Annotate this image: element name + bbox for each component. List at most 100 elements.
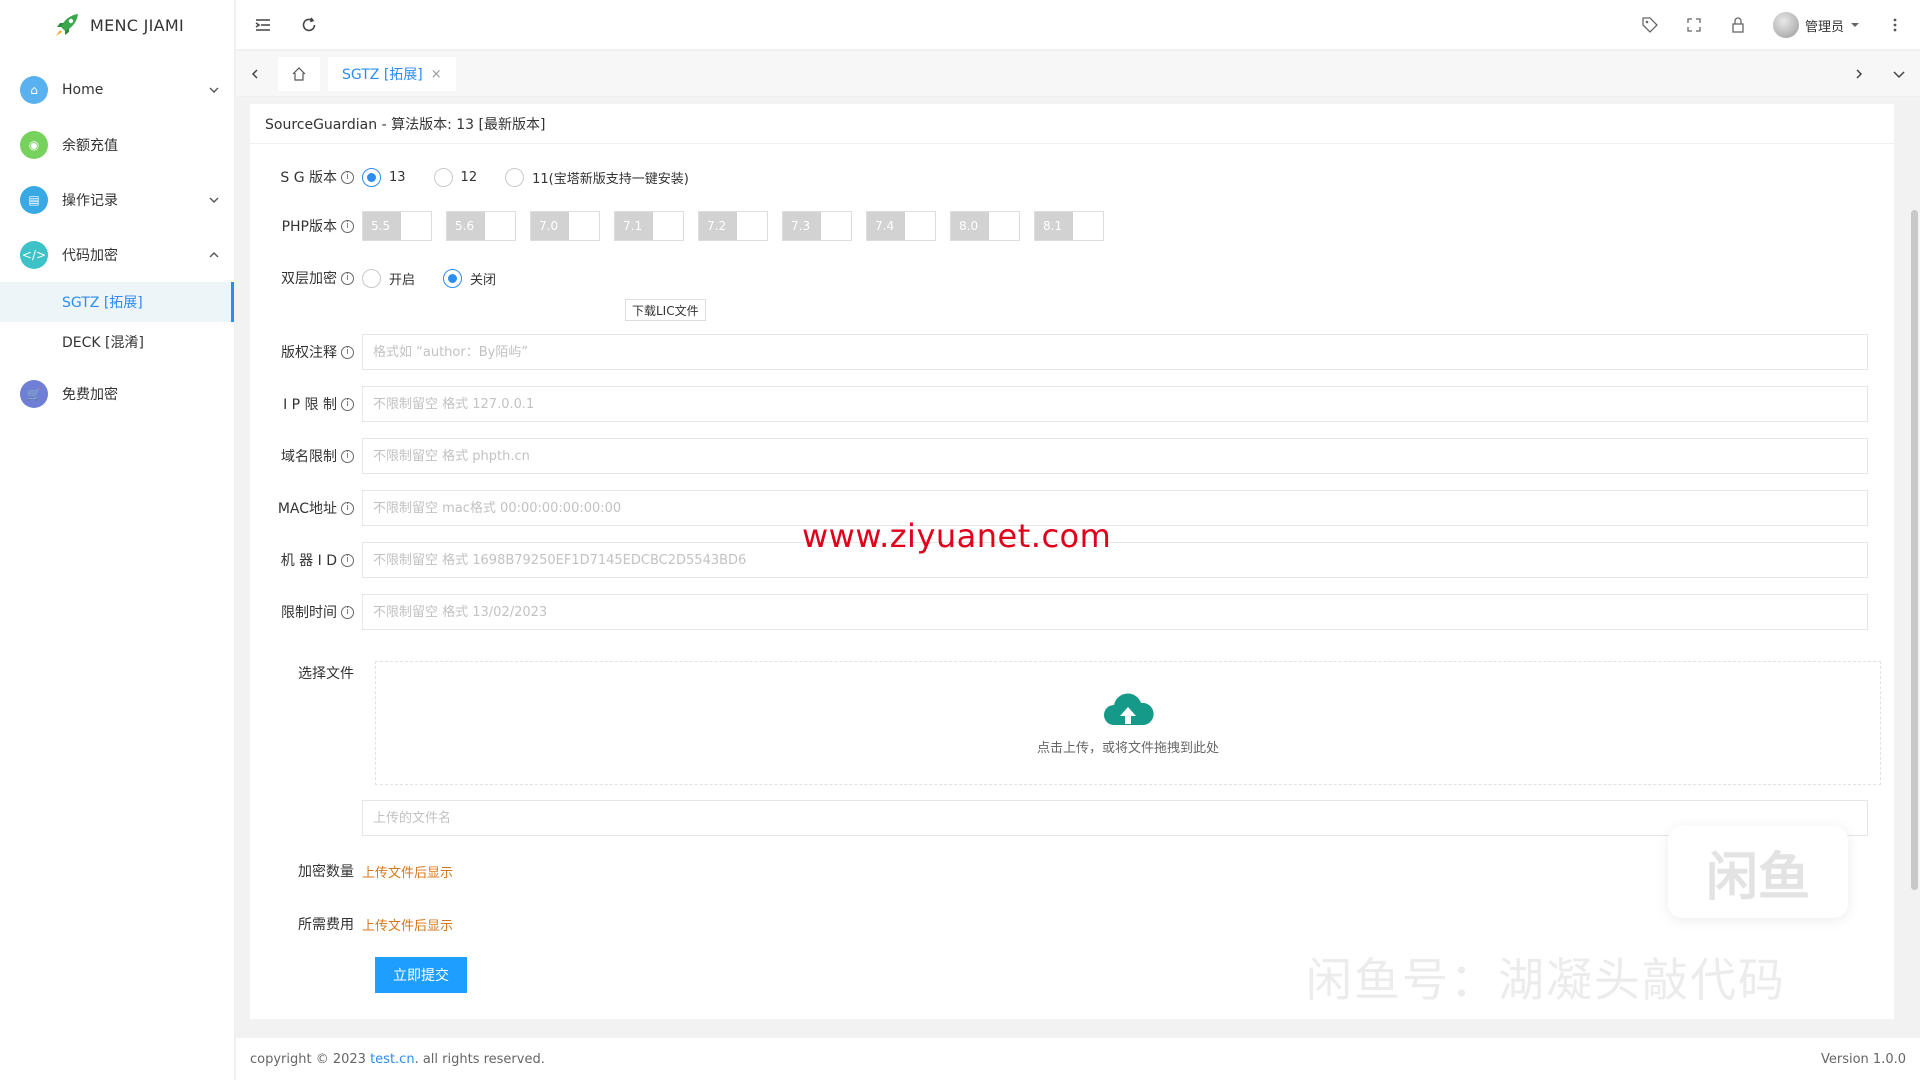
- radio-sg-13[interactable]: 13: [362, 167, 406, 187]
- info-icon[interactable]: i: [341, 170, 354, 184]
- home-icon: [292, 67, 306, 81]
- filename-input[interactable]: [362, 800, 1868, 836]
- count-label: 加密数量: [298, 864, 354, 880]
- info-icon[interactable]: i: [341, 553, 354, 567]
- xianyu-text: 闲鱼号：湖凝头敲代码: [1306, 953, 1786, 1007]
- php-checkbox-7-4[interactable]: 7.4: [866, 211, 936, 241]
- php-checkbox-8-1[interactable]: 8.1: [1034, 211, 1104, 241]
- user-menu[interactable]: 管理员: [1772, 12, 1860, 38]
- app-logo[interactable]: MENC JIAMI: [0, 0, 234, 50]
- code-encrypt-submenu: SGTZ [拓展] DECK [混淆]: [0, 282, 234, 362]
- close-icon[interactable]: ×: [431, 67, 442, 82]
- recharge-icon: ◉: [20, 130, 48, 159]
- php-checkbox-7-0[interactable]: 7.0: [530, 211, 600, 241]
- copyright-label: 版权注释 i: [250, 342, 362, 362]
- tab-label: SGTZ [拓展]: [342, 67, 423, 83]
- time-limit-input[interactable]: [362, 594, 1868, 630]
- app-title: MENC JIAMI: [90, 15, 185, 35]
- info-icon[interactable]: i: [341, 449, 354, 463]
- info-icon[interactable]: i: [341, 397, 354, 411]
- php-checkbox-7-3[interactable]: 7.3: [782, 211, 852, 241]
- domain-row: 域名限制 i: [250, 438, 1868, 474]
- footer-link[interactable]: test.cn: [370, 1052, 414, 1067]
- php-checkbox-7-1[interactable]: 7.1: [614, 211, 684, 241]
- domain-input[interactable]: [362, 438, 1868, 474]
- php-checkbox-7-2[interactable]: 7.2: [698, 211, 768, 241]
- radio-double-on[interactable]: 开启: [362, 268, 415, 288]
- sidebar-item-code-encrypt[interactable]: </> 代码加密: [0, 227, 234, 282]
- radio-double-off[interactable]: 关闭: [443, 268, 496, 288]
- php-checkbox-8-0[interactable]: 8.0: [950, 211, 1020, 241]
- fullscreen-icon[interactable]: [1685, 16, 1703, 34]
- time-limit-label: 限制时间 i: [250, 602, 362, 622]
- submit-button[interactable]: 立即提交: [375, 957, 467, 993]
- tag-icon[interactable]: [1641, 16, 1659, 34]
- scrollbar-thumb[interactable]: [1911, 210, 1918, 890]
- sidebar-item-recharge[interactable]: ◉ 余额充值: [0, 117, 234, 172]
- avatar: [1772, 12, 1799, 38]
- card-title: SourceGuardian - 算法版本: 13 [最新版本]: [250, 104, 1894, 144]
- download-lic-button[interactable]: 下载LIC文件: [625, 299, 706, 321]
- refresh-icon[interactable]: [300, 16, 318, 34]
- php-checkbox-5-6[interactable]: 5.6: [446, 211, 516, 241]
- lock-icon[interactable]: [1729, 16, 1747, 34]
- more-vertical-icon[interactable]: [1886, 16, 1904, 34]
- filename-row: [250, 800, 1868, 836]
- info-icon[interactable]: i: [341, 501, 354, 515]
- radio-sg-11[interactable]: 11(宝塔新版支持一键安装): [505, 167, 689, 187]
- cart-icon: 🛒: [20, 379, 48, 408]
- file-upload-dropzone[interactable]: 点击上传，或将文件拖拽到此处: [375, 661, 1881, 785]
- double-encrypt-row: 双层加密 i 开启 关闭: [250, 263, 524, 293]
- record-icon: ▤: [20, 185, 48, 214]
- file-row: 选择文件: [250, 661, 362, 685]
- sidebar-item-home[interactable]: ⌂ Home: [0, 62, 234, 117]
- tab-home[interactable]: [278, 57, 320, 91]
- domain-label: 域名限制 i: [250, 446, 362, 466]
- fee-label: 所需费用: [298, 917, 354, 933]
- watermark-text: www.ziyuanet.com: [802, 517, 1112, 555]
- php-checkbox-5-5[interactable]: 5.5: [362, 211, 432, 241]
- sidebar-subitem-deck[interactable]: DECK [混淆]: [0, 322, 234, 362]
- user-name: 管理员: [1804, 19, 1844, 35]
- fee-value: 上传文件后显示: [362, 918, 454, 934]
- tab-sgtz[interactable]: SGTZ [拓展] ×: [328, 57, 456, 91]
- chevron-down-icon: [209, 197, 219, 203]
- sg-version-row: S G 版本 i 13 12 11(宝塔新版支持一键安装): [250, 162, 717, 192]
- tab-bar: SGTZ [拓展] ×: [236, 51, 1920, 97]
- copyright-row: 版权注释 i: [250, 334, 1868, 370]
- copyright-text: copyright © 2023 test.cn. all rights res…: [250, 1051, 545, 1067]
- info-icon[interactable]: i: [341, 605, 354, 619]
- tab-dropdown-icon[interactable]: [1888, 63, 1910, 85]
- info-icon[interactable]: i: [341, 271, 354, 285]
- version-text: Version 1.0.0: [1820, 1051, 1906, 1067]
- footer: copyright © 2023 test.cn. all rights res…: [236, 1038, 1920, 1080]
- xianyu-badge: 闲鱼: [1668, 826, 1848, 918]
- encrypt-form-card: SourceGuardian - 算法版本: 13 [最新版本] S G 版本 i…: [250, 104, 1894, 1019]
- sidebar-item-label: 免费加密: [62, 386, 118, 403]
- rocket-icon: [56, 14, 78, 36]
- upload-hint: 点击上传，或将文件拖拽到此处: [1036, 740, 1219, 756]
- tab-scroll-left-icon[interactable]: [244, 63, 266, 85]
- sidebar-subitem-sgtz[interactable]: SGTZ [拓展]: [0, 282, 234, 322]
- sidebar-item-records[interactable]: ▤ 操作记录: [0, 172, 234, 227]
- info-icon[interactable]: i: [341, 219, 354, 233]
- sidebar-item-label: 余额充值: [62, 137, 118, 154]
- ip-input[interactable]: [362, 386, 1868, 422]
- tab-scroll-right-icon[interactable]: [1848, 63, 1870, 85]
- sidebar-menu: ⌂ Home ◉ 余额充值 ▤ 操作记录 </> 代码加密 SGTZ [拓展] …: [0, 62, 234, 421]
- sidebar-item-free-encrypt[interactable]: 🛒 免费加密: [0, 366, 234, 421]
- copyright-input[interactable]: [362, 334, 1868, 370]
- ip-label: I P 限 制i: [250, 394, 362, 414]
- sg-version-label: S G 版本 i: [250, 167, 362, 187]
- radio-sg-12[interactable]: 12: [433, 167, 477, 187]
- php-version-label: PHP版本 i: [250, 216, 362, 236]
- home-icon: ⌂: [20, 75, 48, 104]
- count-value: 上传文件后显示: [362, 865, 454, 881]
- chevron-up-icon: [209, 251, 219, 257]
- menu-collapse-icon[interactable]: [254, 16, 272, 34]
- mac-input[interactable]: [362, 490, 1868, 526]
- info-icon[interactable]: i: [341, 345, 354, 359]
- machine-id-input[interactable]: [362, 542, 1868, 578]
- ip-row: I P 限 制i: [250, 386, 1868, 422]
- top-header: 管理员: [236, 0, 1920, 50]
